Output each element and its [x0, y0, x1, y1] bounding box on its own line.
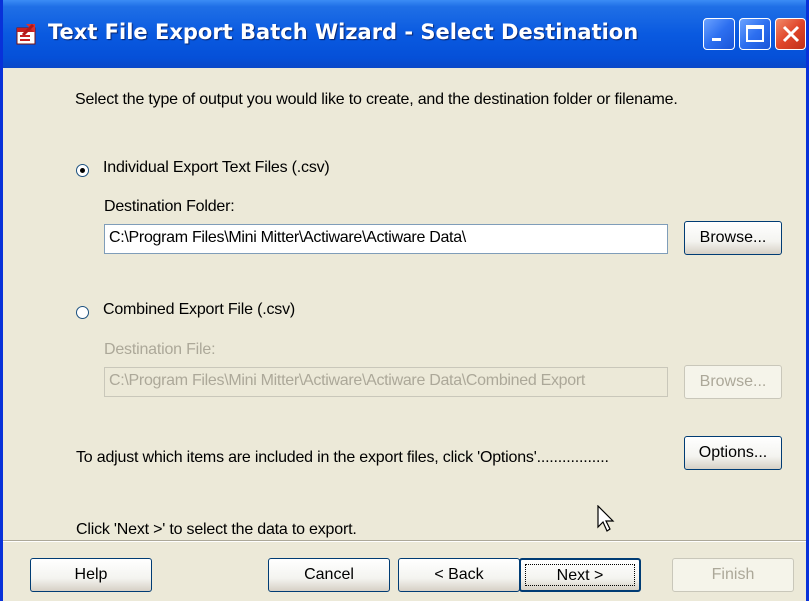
individual-export-radio[interactable] [76, 164, 89, 177]
combined-export-label[interactable]: Combined Export File (.csv) [103, 301, 295, 319]
destination-folder-input[interactable]: C:\Program Files\Mini Mitter\Actiware\Ac… [104, 224, 668, 254]
wizard-body: Select the type of output you would like… [3, 68, 806, 601]
cancel-button[interactable]: Cancel [268, 558, 390, 592]
destination-file-label: Destination File: [104, 341, 216, 358]
destination-folder-label: Destination Folder: [104, 198, 235, 215]
intro-text: Select the type of output you would like… [75, 91, 678, 108]
export-wizard-icon [15, 22, 39, 46]
browse-folder-button[interactable]: Browse... [684, 221, 782, 255]
mouse-pointer-icon [596, 504, 616, 538]
footer-separator [3, 540, 806, 542]
next-button[interactable]: Next > [519, 558, 641, 592]
close-icon[interactable] [775, 18, 806, 50]
back-button[interactable]: < Back [398, 558, 520, 592]
individual-export-label[interactable]: Individual Export Text Files (.csv) [103, 159, 330, 177]
options-hint: To adjust which items are included in th… [76, 449, 609, 466]
minimize-icon[interactable] [703, 18, 735, 50]
destination-file-input[interactable]: C:\Program Files\Mini Mitter\Actiware\Ac… [104, 367, 668, 397]
title-bar[interactable]: Text File Export Batch Wizard - Select D… [3, 0, 806, 68]
help-button[interactable]: Help [30, 558, 152, 592]
options-button[interactable]: Options... [684, 436, 782, 470]
footer-hint: Click 'Next >' to select the data to exp… [76, 521, 357, 538]
window-title: Text File Export Batch Wizard - Select D… [48, 20, 639, 44]
finish-button[interactable]: Finish [672, 558, 794, 592]
maximize-icon[interactable] [739, 18, 771, 50]
combined-export-radio[interactable] [76, 306, 89, 319]
focus-ring [525, 564, 635, 586]
wizard-window: Text File Export Batch Wizard - Select D… [0, 0, 809, 601]
browse-file-button[interactable]: Browse... [684, 365, 782, 399]
